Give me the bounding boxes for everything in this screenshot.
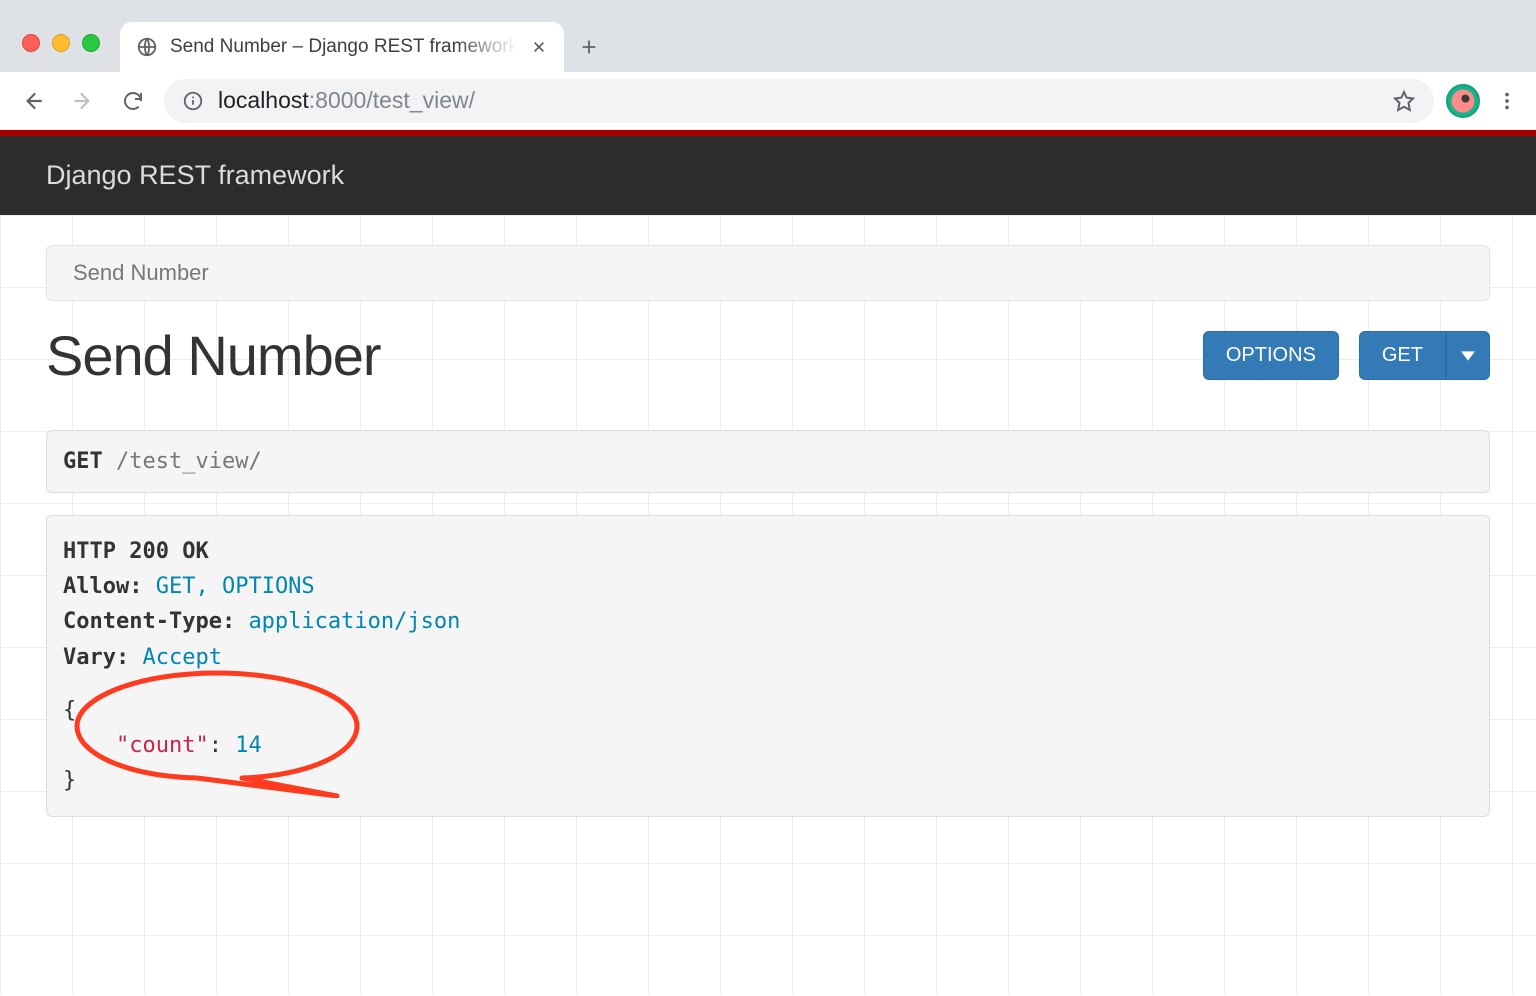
response-body: { "count": 14 } (63, 693, 1473, 799)
header-vary-value: Accept (142, 645, 221, 670)
header-content-type-value: application/json (248, 609, 460, 634)
django-navbar: Django REST framework (0, 136, 1536, 215)
new-tab-button[interactable] (564, 22, 614, 72)
breadcrumb: Send Number (46, 245, 1490, 301)
get-button[interactable]: GET (1359, 331, 1446, 380)
window-minimize-button[interactable] (52, 34, 70, 52)
caret-down-icon (1461, 351, 1475, 361)
request-panel: GET /test_view/ (46, 430, 1490, 493)
response-panel: HTTP 200 OK Allow: GET, OPTIONS Content-… (46, 515, 1490, 817)
json-key-count: "count" (116, 733, 209, 758)
page-title: Send Number (46, 323, 381, 388)
browser-menu-button[interactable] (1492, 90, 1522, 112)
tab-close-button[interactable] (530, 38, 548, 56)
tab-title: Send Number – Django REST framework (170, 36, 518, 58)
window-controls (0, 34, 100, 72)
globe-icon (136, 36, 158, 58)
url-text: localhost:8000/test_view/ (218, 87, 475, 114)
json-value-count: 14 (235, 733, 262, 758)
header-vary-key: Vary: (63, 645, 129, 670)
reload-button[interactable] (114, 82, 152, 120)
bookmark-star-icon[interactable] (1392, 89, 1416, 113)
request-path: /test_view/ (116, 449, 262, 474)
options-button[interactable]: OPTIONS (1203, 331, 1339, 380)
response-status: HTTP 200 OK (63, 534, 1473, 569)
page-body: Send Number Send Number OPTIONS GET GET … (0, 215, 1536, 995)
header-allow-key: Allow: (63, 574, 142, 599)
browser-tabstrip: Send Number – Django REST framework (0, 0, 1536, 72)
profile-avatar[interactable] (1446, 84, 1480, 118)
header-allow-value: GET, OPTIONS (156, 574, 315, 599)
forward-button[interactable] (64, 82, 102, 120)
site-info-icon[interactable] (182, 90, 204, 112)
get-dropdown-toggle[interactable] (1446, 331, 1490, 380)
browser-tab-active[interactable]: Send Number – Django REST framework (120, 22, 564, 72)
brand-link[interactable]: Django REST framework (46, 160, 344, 190)
browser-toolbar: localhost:8000/test_view/ (0, 72, 1536, 130)
address-bar[interactable]: localhost:8000/test_view/ (164, 79, 1434, 123)
header-content-type-key: Content-Type: (63, 609, 235, 634)
breadcrumb-current[interactable]: Send Number (73, 260, 209, 285)
request-method: GET (63, 449, 103, 474)
window-zoom-button[interactable] (82, 34, 100, 52)
action-buttons: OPTIONS GET (1203, 331, 1490, 380)
window-close-button[interactable] (22, 34, 40, 52)
get-button-group: GET (1359, 331, 1490, 380)
back-button[interactable] (14, 82, 52, 120)
